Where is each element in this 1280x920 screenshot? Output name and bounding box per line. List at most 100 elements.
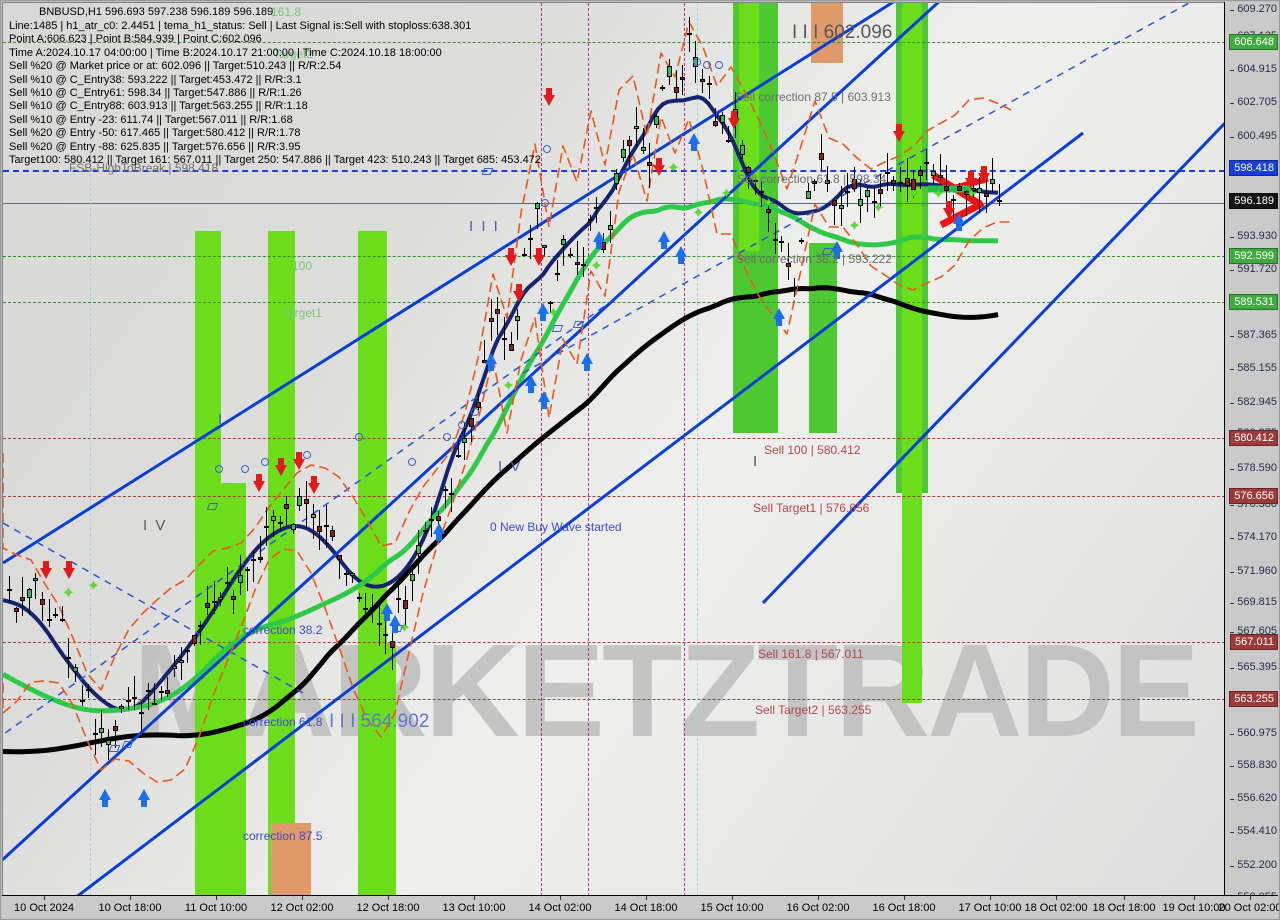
candle-wick: [134, 676, 135, 710]
candle-wick: [379, 606, 380, 646]
candle-body: [390, 640, 395, 649]
candle-wick: [273, 510, 274, 538]
candle-body: [139, 711, 144, 714]
candle-wick: [128, 687, 129, 710]
candle-body: [7, 588, 12, 591]
candle-body: [469, 418, 474, 428]
time-tick-label: 12 Oct 02:00: [270, 902, 334, 914]
candle-body: [258, 556, 263, 560]
candle-wick: [141, 702, 142, 732]
candle-wick: [781, 236, 782, 252]
candle-wick: [992, 158, 993, 193]
time-tick-label: 12 Oct 18:00: [356, 902, 420, 914]
chart-annotation-label: Sell correction 38.2 | 593.222: [736, 252, 892, 266]
price-badge: 563.255: [1229, 691, 1278, 707]
candle-body: [792, 287, 797, 290]
candle-body: [489, 317, 494, 322]
candle-body: [317, 525, 322, 533]
price-tick-label: 556.620: [1230, 792, 1277, 804]
time-axis[interactable]: 10 Oct 2024 10 Oct 18:00 11 Oct 10:00 12 Oc…: [2, 895, 1280, 920]
candle-body: [865, 189, 870, 198]
price-axis[interactable]: 609.270607.125604.915602.705600.495598.4…: [1224, 2, 1279, 903]
candle-body: [509, 343, 514, 351]
time-tick-label: 19 Oct 10:00: [1162, 902, 1226, 914]
candle-body: [779, 241, 784, 244]
candle-body: [99, 728, 104, 733]
symbol-ohlc-line: BNBUSD,H1 596.693 597.238 596.189 596.18…: [39, 6, 274, 18]
strategy-info-lines: Line:1485 | h1_atr_c0: 2.4451 | tema_h1_…: [9, 20, 541, 167]
strategy-info-line: Sell %20 @ Entry -50: 617.465 || Target:…: [9, 127, 301, 140]
time-tick-mark: [560, 896, 561, 900]
price-tick-label: 565.395: [1230, 661, 1277, 673]
price-tick-label: 591.720: [1230, 263, 1277, 275]
time-tick-mark: [1250, 896, 1251, 900]
candle-body: [799, 239, 804, 243]
candle-body: [680, 77, 685, 81]
buy-arrow-icon: [581, 353, 593, 371]
candle-body: [152, 703, 157, 706]
candle-wick: [313, 503, 314, 539]
price-badge: 567.011: [1230, 634, 1278, 650]
candle-body: [832, 199, 837, 206]
time-tick-label: 18 Oct 18:00: [1092, 902, 1156, 914]
candle-body: [891, 179, 896, 184]
candle-wick: [999, 183, 1000, 207]
chart-plot-area[interactable]: MARKETZTRADE ✦ ✦ ✦ ✦ ✦ ✦ ✦ ✦ ✦ ✦ ✦ ✦ ✦ ✦ ✦ 161.8 I I I …: [2, 2, 1225, 896]
time-tick-mark: [1124, 896, 1125, 900]
chart-annotation-label: 0 New Buy Wave started: [490, 520, 622, 534]
candle-body: [568, 253, 573, 256]
price-tick-label: 585.155: [1230, 362, 1277, 374]
chart-annotation-label: I V: [143, 517, 168, 534]
strategy-info-line: Point A:606.623 | Point B:584.939 | Poin…: [9, 33, 262, 46]
fractal-star-icon: ✦: [693, 205, 704, 220]
time-tick-mark: [904, 896, 905, 900]
candle-body: [944, 186, 949, 192]
candle-body: [363, 608, 368, 611]
candle-body: [27, 589, 32, 599]
candle-body: [324, 524, 329, 528]
time-tick-label: 14 Oct 18:00: [614, 902, 678, 914]
candle-body: [370, 607, 375, 610]
candle-wick: [431, 507, 432, 537]
candle-wick: [214, 580, 215, 614]
sell-arrow-icon: [63, 561, 75, 579]
candle-body: [179, 659, 184, 664]
candle-body: [159, 690, 164, 694]
candle-body: [205, 603, 210, 609]
sell-arrow-icon: [253, 474, 265, 492]
buy-arrow-icon: [381, 603, 393, 621]
fractal-star-icon: ✦: [966, 186, 977, 201]
candle-body: [126, 699, 131, 702]
candle-body: [245, 568, 250, 571]
candle-body: [588, 218, 593, 221]
candle-body: [845, 190, 850, 193]
candle-body: [251, 558, 256, 561]
sell-arrow-icon: [653, 158, 665, 176]
chart-annotation-label: Sell correction 61.8 | 598.34: [737, 172, 887, 186]
sell-arrow-icon: [513, 284, 525, 302]
candle-body: [449, 493, 454, 496]
candle-body: [634, 125, 639, 129]
candle-body: [608, 224, 613, 230]
fractal-star-icon: ✦: [873, 200, 884, 215]
chart-annotation-label: correction 38.2: [243, 623, 323, 637]
candle-body: [212, 601, 217, 604]
candle-wick: [412, 565, 413, 601]
strategy-info-line: Target100: 580.412 || Target 161: 567.01…: [9, 154, 541, 167]
strategy-info-line: Line:1485 | h1_atr_c0: 2.4451 | tema_h1_…: [9, 20, 472, 32]
sell-arrow-icon: [40, 561, 52, 579]
candle-body: [231, 595, 236, 600]
strategy-info-line: Sell %20 @ Market price or at: 602.096 |…: [9, 60, 342, 73]
price-badge: 598.418: [1229, 160, 1278, 176]
candle-body: [429, 519, 434, 522]
candle-wick: [253, 550, 254, 582]
price-badge: 596.189: [1229, 193, 1278, 209]
buy-arrow-icon: [538, 391, 550, 409]
price-tick-label: 571.960: [1230, 565, 1277, 577]
candle-wick: [517, 309, 518, 340]
fractal-star-icon: ✦: [63, 585, 74, 600]
time-tick-label: 20 Oct 02:00: [1218, 902, 1280, 914]
candle-body: [687, 33, 692, 36]
candle-body: [73, 667, 78, 672]
candle-body: [495, 308, 500, 314]
